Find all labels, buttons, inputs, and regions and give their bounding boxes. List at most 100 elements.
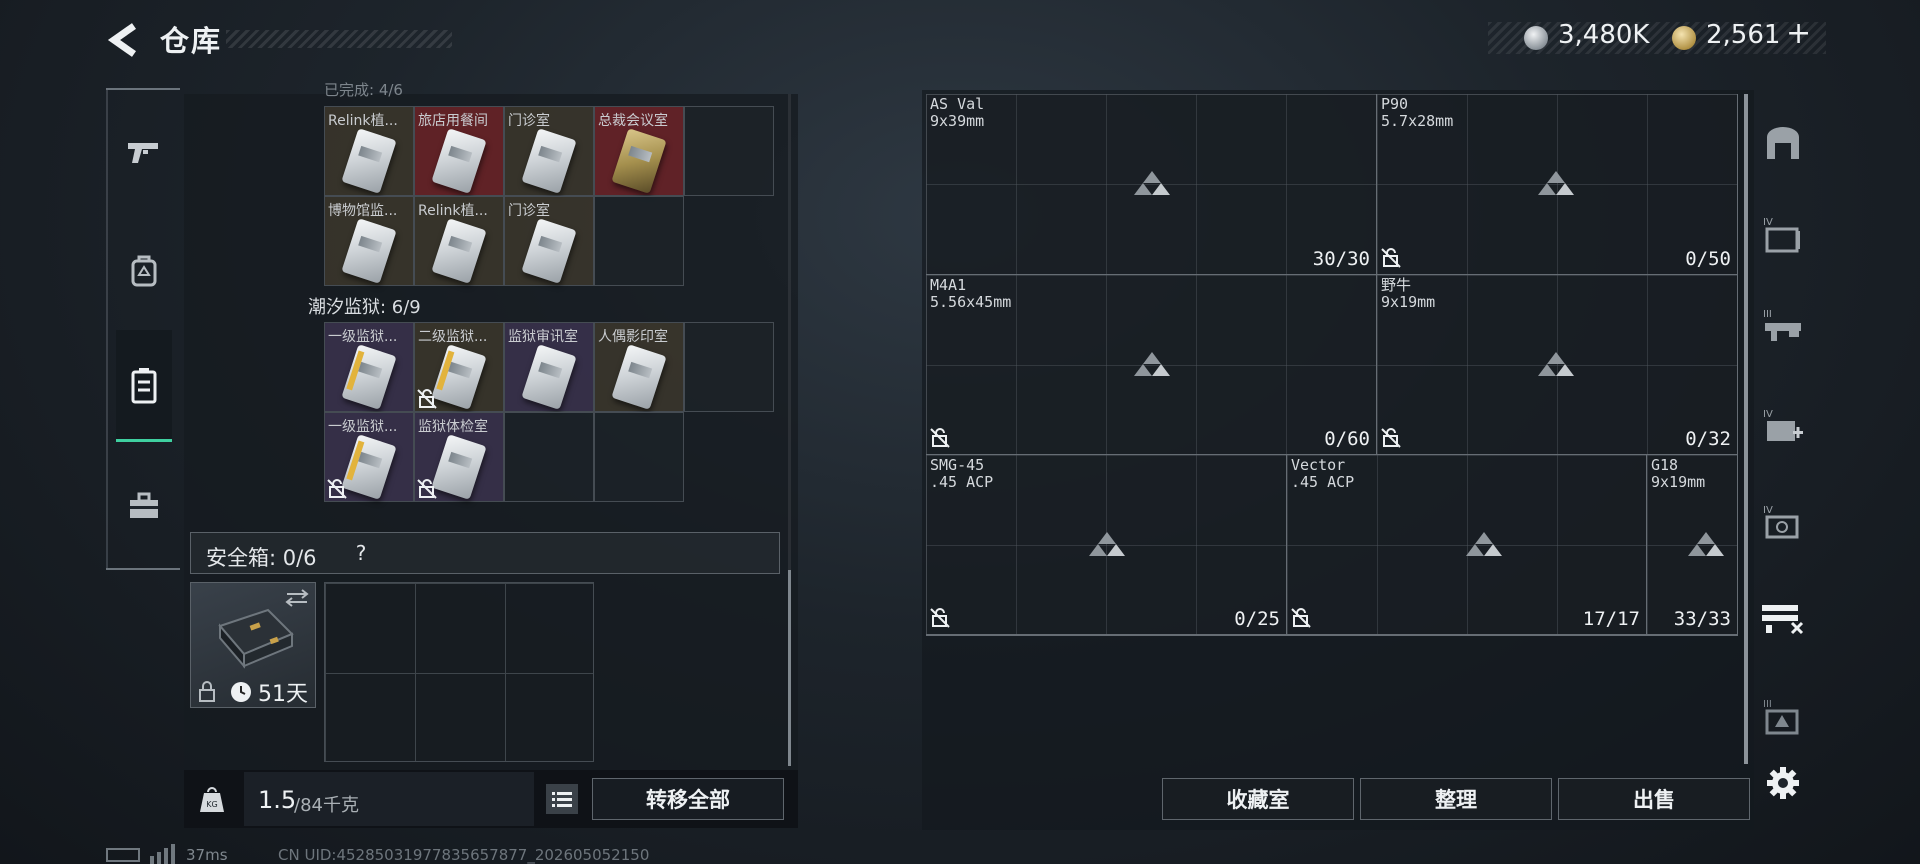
empty-slot[interactable] — [684, 322, 774, 412]
keycard-slot[interactable]: 一级监狱... — [324, 412, 414, 502]
inventory-scroll-thumb[interactable] — [788, 570, 791, 766]
empty-weapon-placeholder-icon — [1134, 171, 1170, 195]
keycard-label: 一级监狱... — [328, 329, 398, 345]
weight-current: 1.5 — [258, 786, 297, 814]
list-view-button[interactable] — [546, 784, 578, 814]
nav-divider — [106, 568, 180, 570]
keycard-slot[interactable]: 门诊室 — [504, 106, 594, 196]
safebox-grid[interactable] — [324, 582, 594, 762]
keycard-slot[interactable]: 监狱体检室 — [414, 412, 504, 502]
stash-tab-iii-armor[interactable]: III — [1758, 690, 1808, 744]
keycard-icon — [611, 344, 667, 410]
weapon-rack-tier-iii-icon: III — [1763, 309, 1801, 341]
empty-weapon-placeholder-icon — [1089, 532, 1125, 556]
back-button[interactable] — [104, 20, 144, 60]
empty-slot[interactable] — [504, 412, 594, 502]
gun-slot-smg45[interactable]: SMG-45 .45 ACP 0/25 — [926, 455, 1287, 635]
stash-tab-iii-weapons[interactable]: III — [1758, 300, 1808, 354]
keycard-label: 总裁会议室 — [598, 113, 668, 129]
keycard-label: 监狱审讯室 — [508, 329, 578, 345]
svg-text:IV: IV — [1763, 409, 1773, 420]
vault-icon — [1767, 127, 1799, 159]
page-title: 仓库 — [160, 24, 223, 58]
gun-name: P90 — [1381, 95, 1409, 113]
keycard-label: 门诊室 — [508, 203, 550, 219]
clock-icon — [231, 682, 251, 702]
keycard-slot[interactable]: Relink植... — [414, 196, 504, 286]
battery-icon — [106, 848, 140, 862]
keycard-icon — [611, 128, 667, 194]
empty-weapon-placeholder-icon — [1538, 171, 1574, 195]
keycard-label: 博物馆监... — [328, 203, 398, 219]
empty-slot[interactable] — [594, 412, 684, 502]
sell-button[interactable]: 出售 — [1558, 778, 1750, 820]
armor-tier-iii-icon: III — [1763, 699, 1799, 735]
keycard-label: 二级监狱... — [418, 329, 488, 345]
keycard-icon — [341, 344, 397, 410]
back-arrow-icon — [107, 23, 137, 57]
keycard-icon — [521, 128, 577, 194]
silver-coin-icon — [1524, 26, 1548, 50]
stash-tab-iv-medical[interactable]: IV — [1758, 400, 1808, 454]
unbound-lock-icon — [1381, 428, 1401, 448]
stash-tab-iv-storage[interactable]: IV — [1758, 208, 1808, 262]
add-currency-button[interactable]: + — [1786, 16, 1811, 51]
gun-slot-vector[interactable]: Vector .45 ACP 17/17 — [1287, 455, 1647, 635]
keycard-icon — [521, 218, 577, 284]
transfer-all-button[interactable]: 转移全部 — [592, 778, 784, 820]
gun-slot-m4a1[interactable]: M4A1 5.56x45mm 0/60 — [926, 275, 1377, 455]
gun-slot-p90[interactable]: P90 5.7x28mm 0/50 — [1377, 94, 1738, 275]
keycard-label: 监狱体检室 — [418, 419, 488, 435]
toolbox-icon — [130, 492, 158, 518]
unbound-lock-icon — [1291, 608, 1311, 628]
keycard-slot[interactable]: 二级监狱... — [414, 322, 504, 412]
unbound-lock-icon — [417, 389, 437, 409]
keycard-slot[interactable]: 博物馆监... — [324, 196, 414, 286]
gear-storage-tier-iv-icon: IV — [1763, 505, 1799, 539]
settings-button[interactable] — [1758, 758, 1808, 808]
empty-slot[interactable] — [594, 196, 684, 286]
container-icon — [131, 367, 157, 403]
keycard-slot[interactable]: 总裁会议室 — [594, 106, 684, 196]
stash-scroll-thumb[interactable] — [1744, 94, 1748, 764]
keycard-label: 旅店用餐间 — [418, 113, 488, 129]
svg-text:KG: KG — [206, 800, 217, 809]
weight-max: /84千克 — [294, 795, 359, 816]
gun-count: 0/32 — [1685, 428, 1731, 450]
keycard-slot[interactable]: Relink植... — [324, 106, 414, 196]
gun-name: SMG-45 — [930, 456, 985, 474]
keycard-slot[interactable]: 旅店用餐间 — [414, 106, 504, 196]
collection-room-button[interactable]: 收藏室 — [1162, 778, 1354, 820]
gun-slot-g18[interactable]: G18 9x19mm 33/33 — [1647, 455, 1738, 635]
signal-icon — [150, 844, 175, 864]
empty-weapon-placeholder-icon — [1466, 532, 1502, 556]
stash-tab-guns-active[interactable] — [1758, 590, 1808, 644]
empty-weapon-placeholder-icon — [1688, 532, 1724, 556]
stash-tab-iv-gear[interactable]: IV — [1758, 496, 1808, 550]
unbound-lock-icon — [327, 479, 347, 499]
storage-tier-iv-icon: IV — [1763, 217, 1800, 253]
keycard-slot[interactable]: 一级监狱... — [324, 322, 414, 412]
safebox-days-remaining: 51天 — [258, 682, 308, 707]
keycard-icon — [431, 434, 487, 500]
nav-backpack-tab[interactable] — [116, 240, 172, 300]
keycard-section-label: 已完成: 4/6 — [324, 81, 403, 99]
gun-slot-as-val[interactable]: AS Val 9x39mm 30/30 — [926, 94, 1377, 275]
stash-tab-vault[interactable] — [1758, 116, 1808, 170]
keycard-label: 门诊室 — [508, 113, 550, 129]
nav-weapons-tab[interactable] — [116, 122, 172, 182]
weight-icon: KG — [200, 787, 224, 812]
keycard-slot[interactable]: 人偶影印室 — [594, 322, 684, 412]
gun-slot-bizon[interactable]: 野牛 9x19mm 0/32 — [1377, 275, 1738, 455]
unbound-lock-icon — [417, 479, 437, 499]
keycard-slot[interactable]: 监狱审讯室 — [504, 322, 594, 412]
keycard-icon — [431, 128, 487, 194]
empty-slot[interactable] — [684, 106, 774, 196]
safebox-help-button[interactable]: ? — [346, 536, 376, 570]
tidy-button[interactable]: 整理 — [1360, 778, 1552, 820]
empty-weapon-placeholder-icon — [1134, 352, 1170, 376]
nav-toolbox-tab[interactable] — [116, 476, 172, 536]
keycard-label: Relink植... — [328, 113, 398, 129]
keycard-slot[interactable]: 门诊室 — [504, 196, 594, 286]
nav-container-tab[interactable] — [116, 330, 172, 442]
